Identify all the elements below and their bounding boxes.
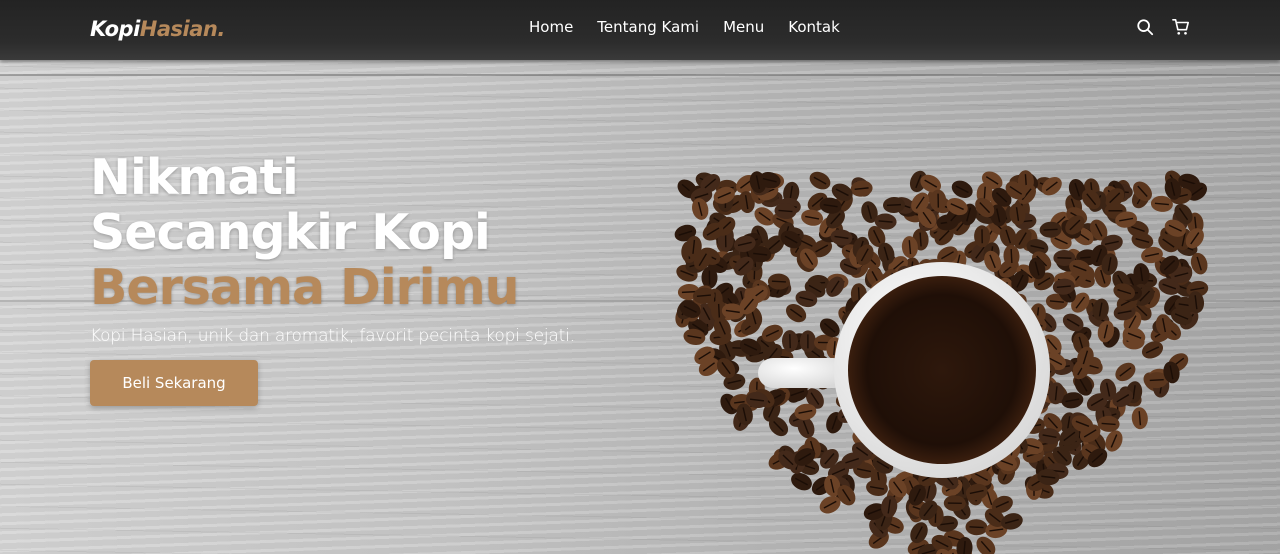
coffee-bean <box>809 171 831 190</box>
buy-now-button[interactable]: Beli Sekarang <box>90 360 258 406</box>
coffee-bean-crease <box>771 280 786 283</box>
search-icon[interactable] <box>1136 18 1154 36</box>
nav-link-home[interactable]: Home <box>529 18 573 36</box>
shopping-cart-icon[interactable] <box>1172 18 1190 36</box>
coffee-bean-crease <box>919 232 922 247</box>
coffee-bean-crease <box>886 203 902 207</box>
nav-links: Home Tentang Kami Menu Kontak <box>529 18 840 36</box>
coffee-bean-crease <box>857 287 860 302</box>
navbar: KopiHasian. Home Tentang Kami Menu Konta… <box>0 0 1280 60</box>
nav-link-kontak[interactable]: Kontak <box>788 18 840 36</box>
coffee-bean-crease <box>969 526 984 529</box>
coffee-bean-crease <box>1149 379 1164 382</box>
nav-link-tentang-kami[interactable]: Tentang Kami <box>597 18 699 36</box>
wood-plank-line <box>0 74 1280 76</box>
coffee-bean-crease <box>717 303 721 318</box>
nav-icons <box>1136 18 1190 36</box>
hero-subtitle: Kopi Hasian, unik dan aromatik, favorit … <box>90 326 575 346</box>
coffee-bean-crease <box>681 290 696 294</box>
coffee-heart-image <box>674 170 1209 554</box>
coffee-bean-crease <box>1010 248 1013 264</box>
hero-headline: Nikmati Secangkir Kopi Bersama Dirimu <box>90 149 520 316</box>
headline-line-1: Nikmati <box>90 149 299 206</box>
brand-name-accent: Hasian. <box>139 17 226 41</box>
coffee-bean-crease <box>1101 422 1116 426</box>
headline-line-2: Secangkir Kopi <box>90 204 491 261</box>
brand-name-main: Kopi <box>90 17 140 41</box>
headline-accent: Bersama Dirimu <box>90 259 520 316</box>
nav-link-menu[interactable]: Menu <box>723 18 764 36</box>
coffee-bean-crease <box>1043 228 1058 231</box>
coffee-surface <box>848 276 1036 464</box>
brand-logo[interactable]: KopiHasian. <box>90 17 225 41</box>
